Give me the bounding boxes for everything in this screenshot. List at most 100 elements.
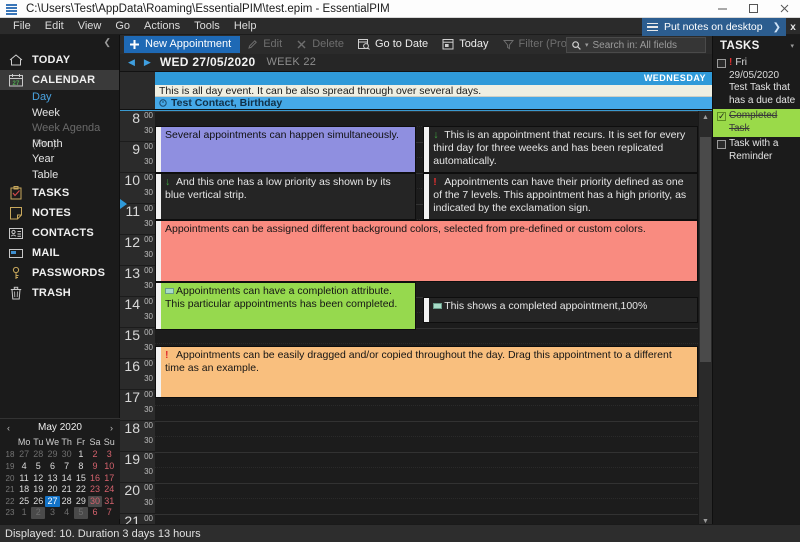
task-item[interactable]: Task with a Reminder <box>713 137 800 165</box>
sidebar-item-contacts[interactable]: CONTACTS <box>0 223 119 243</box>
mini-calendar-day[interactable]: 1 <box>74 449 88 461</box>
mini-calendar-day[interactable]: 6 <box>45 461 59 473</box>
chevron-right-icon[interactable]: ❯ <box>773 22 781 33</box>
sidebar-item-notes[interactable]: NOTES <box>0 203 119 223</box>
sidebar-item-passwords[interactable]: PASSWORDS <box>0 263 119 283</box>
mini-calendar-day[interactable]: 24 <box>102 484 116 496</box>
mini-calendar-day[interactable]: 31 <box>102 496 116 508</box>
mini-calendar-day[interactable]: 7 <box>102 507 116 519</box>
sidebar-subitem-table[interactable]: Table <box>0 168 119 184</box>
mini-calendar-day[interactable]: 18 <box>17 484 31 496</box>
sidebar-subitem-week[interactable]: Week <box>0 106 119 122</box>
mini-calendar-day[interactable]: 19 <box>31 484 45 496</box>
birthday-event[interactable]: Test Contact, Birthday <box>155 97 712 109</box>
delete-button[interactable]: Delete <box>291 36 351 53</box>
minimize-icon[interactable] <box>707 0 738 18</box>
appointment[interactable]: .Appointments can have a completion attr… <box>155 282 416 330</box>
task-item[interactable]: !Fri 29/05/2020 Test Task that has a due… <box>713 56 800 109</box>
search-input[interactable]: ▾ Search in: All fields <box>566 37 706 53</box>
menu-file[interactable]: File <box>6 18 38 35</box>
appointment[interactable]: !Appointments can have their priority de… <box>423 173 698 220</box>
mini-calendar-day[interactable]: 2 <box>31 507 45 519</box>
sidebar-collapse-icon[interactable]: ❮ <box>0 35 119 50</box>
mini-calendar-day[interactable]: 30 <box>88 496 102 508</box>
appointment[interactable]: ↓This is an appointment that recurs. It … <box>423 126 698 173</box>
task-checkbox[interactable] <box>717 112 726 121</box>
sidebar-subitem-month[interactable]: Month <box>0 137 119 153</box>
mini-calendar-day[interactable]: 7 <box>60 461 74 473</box>
prev-day-icon[interactable]: ◀ <box>128 57 135 68</box>
appointment[interactable]: Appointments can be assigned different b… <box>155 220 698 282</box>
mini-calendar-day[interactable]: 8 <box>74 461 88 473</box>
mini-calendar-day[interactable]: 25 <box>17 496 31 508</box>
scrollbar-thumb[interactable] <box>700 137 711 362</box>
mini-calendar-day[interactable]: 16 <box>88 473 102 485</box>
mini-calendar-day[interactable]: 26 <box>31 496 45 508</box>
mini-calendar-day[interactable]: 3 <box>45 507 59 519</box>
mini-calendar-day[interactable]: 28 <box>31 449 45 461</box>
maximize-icon[interactable] <box>738 0 769 18</box>
sidebar-item-mail[interactable]: MAIL <box>0 243 119 263</box>
appointment[interactable]: !Appointments can be easily dragged and/… <box>155 346 698 398</box>
vertical-scrollbar[interactable]: ▲ ▼ <box>698 111 712 528</box>
sidebar-item-tasks[interactable]: TASKS <box>0 183 119 203</box>
appointment[interactable]: ↓And this one has a low priority as show… <box>155 173 416 220</box>
chevron-down-icon[interactable]: ▾ <box>790 42 794 50</box>
appointment-canvas[interactable]: Several appointments can happen simultan… <box>155 111 698 528</box>
mini-calendar-day[interactable]: 4 <box>17 461 31 473</box>
new-appointment-button[interactable]: New Appointment <box>124 36 240 53</box>
sidebar-item-today[interactable]: TODAY <box>0 50 119 70</box>
mini-calendar-day[interactable]: 14 <box>60 473 74 485</box>
mini-calendar-day[interactable]: 5 <box>31 461 45 473</box>
mini-calendar-day[interactable]: 4 <box>60 507 74 519</box>
menu-actions[interactable]: Actions <box>137 18 187 35</box>
mini-calendar-next-icon[interactable]: › <box>110 423 113 433</box>
appointment[interactable]: .This shows a completed appointment,100% <box>423 297 698 323</box>
close-icon[interactable] <box>769 0 800 18</box>
sidebar-subitem-day[interactable]: Day <box>0 90 119 106</box>
mini-calendar-day[interactable]: 1 <box>17 507 31 519</box>
mini-calendar-day[interactable]: 3 <box>102 449 116 461</box>
mini-calendar-day[interactable]: 6 <box>88 507 102 519</box>
edit-button[interactable]: Edit <box>242 36 289 53</box>
mini-calendar-day[interactable]: 20 <box>45 484 59 496</box>
mini-calendar-day[interactable]: 29 <box>45 449 59 461</box>
mini-calendar-day[interactable]: 23 <box>88 484 102 496</box>
mini-calendar-day[interactable]: 12 <box>31 473 45 485</box>
put-notes-on-desktop-button[interactable]: Put notes on desktop ❯ <box>642 18 786 36</box>
mini-calendar-day[interactable]: 29 <box>74 496 88 508</box>
all-day-event[interactable]: This is all day event. It can be also sp… <box>155 85 712 97</box>
mini-calendar-prev-icon[interactable]: ‹ <box>7 423 10 433</box>
mini-calendar-day[interactable]: 5 <box>74 507 88 519</box>
menu-edit[interactable]: Edit <box>38 18 71 35</box>
mini-calendar-day[interactable]: 28 <box>60 496 74 508</box>
menu-view[interactable]: View <box>71 18 109 35</box>
mini-calendar-day[interactable]: 27 <box>45 496 59 508</box>
notes-banner-close-icon[interactable]: x <box>786 22 800 33</box>
appointment[interactable]: Several appointments can happen simultan… <box>155 126 416 173</box>
go-to-date-button[interactable]: Go to Date <box>353 36 435 53</box>
mini-calendar-day[interactable]: 21 <box>60 484 74 496</box>
menu-go[interactable]: Go <box>108 18 137 35</box>
task-checkbox[interactable] <box>717 140 726 149</box>
menu-tools[interactable]: Tools <box>187 18 227 35</box>
task-checkbox[interactable] <box>717 59 726 68</box>
sidebar-subitem-year[interactable]: Year <box>0 152 119 168</box>
task-item[interactable]: Completed Task <box>713 109 800 137</box>
scroll-up-icon[interactable]: ▲ <box>699 111 712 125</box>
menu-help[interactable]: Help <box>227 18 264 35</box>
mini-calendar-day[interactable]: 27 <box>17 449 31 461</box>
today-button[interactable]: Today <box>437 36 495 53</box>
mini-calendar-grid[interactable]: MoTuWeThFrSaSu18272829301231945678910201… <box>3 436 117 519</box>
sidebar-subitem-week-agenda[interactable]: Week Agenda (Pro) <box>0 121 119 137</box>
mini-calendar-day[interactable]: 17 <box>102 473 116 485</box>
mini-calendar-day[interactable]: 13 <box>45 473 59 485</box>
next-day-icon[interactable]: ▶ <box>144 57 151 68</box>
mini-calendar-day[interactable]: 11 <box>17 473 31 485</box>
sidebar-item-trash[interactable]: TRASH <box>0 283 119 303</box>
mini-calendar-day[interactable]: 30 <box>60 449 74 461</box>
mini-calendar-day[interactable]: 22 <box>74 484 88 496</box>
search-dropdown-icon[interactable]: ▾ <box>585 41 589 49</box>
mini-calendar-day[interactable]: 15 <box>74 473 88 485</box>
mini-calendar-day[interactable]: 2 <box>88 449 102 461</box>
